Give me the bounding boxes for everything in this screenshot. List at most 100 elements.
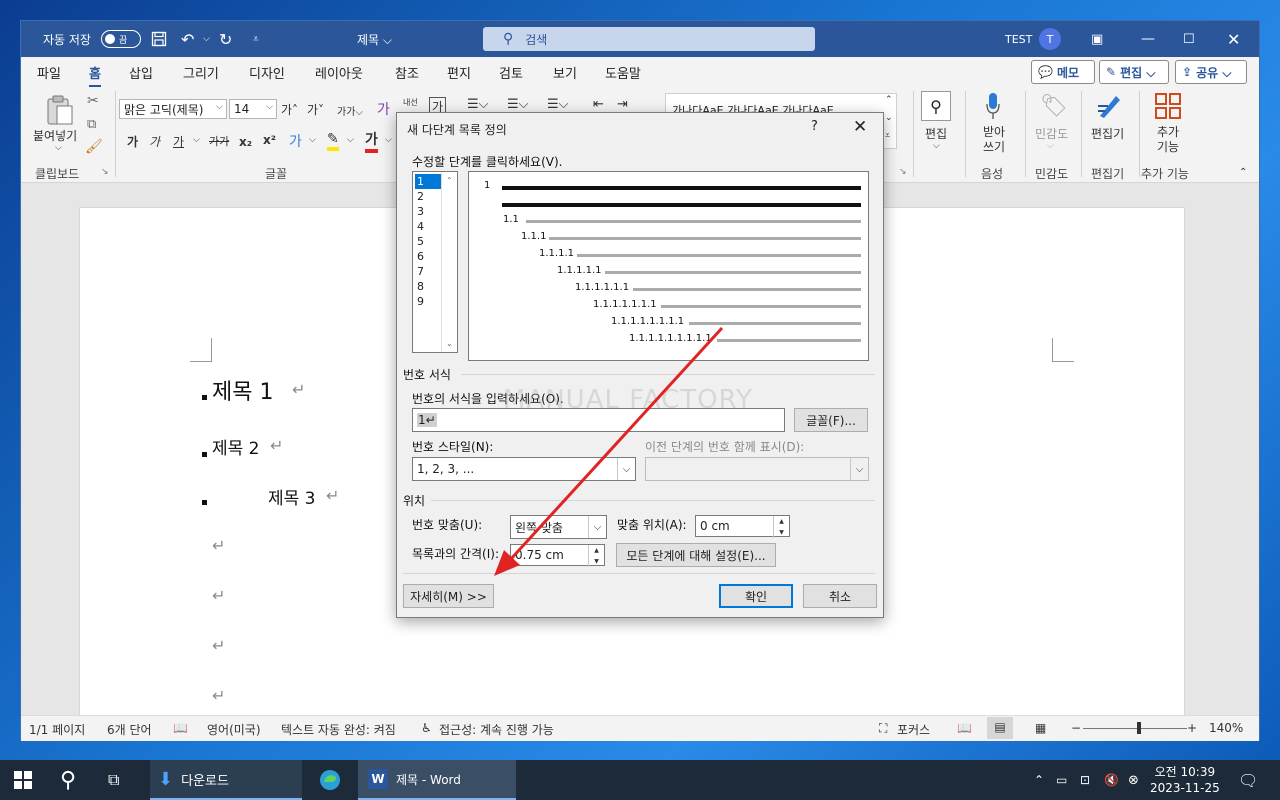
user-name[interactable]: TEST <box>1005 21 1032 57</box>
styles-scroll-up-icon[interactable]: ⌃ <box>885 95 893 105</box>
print-layout-icon[interactable]: ▤ <box>987 717 1013 739</box>
save-icon[interactable] <box>151 21 167 57</box>
level-item[interactable]: 2 <box>415 189 441 204</box>
styles-scroll-down-icon[interactable]: ⌄ <box>885 113 893 123</box>
font-color-icon[interactable]: 가 <box>365 129 378 153</box>
tab-insert[interactable]: 삽입 <box>129 63 153 82</box>
start-button[interactable] <box>14 760 32 800</box>
volume-muted-icon[interactable]: 🔇 <box>1104 760 1119 800</box>
notification-error-icon[interactable]: ⊗ <box>1128 760 1139 800</box>
level-item[interactable]: 5 <box>415 234 441 249</box>
editor-icon[interactable] <box>1095 91 1125 121</box>
editor-label[interactable]: 편집기 <box>1091 125 1124 142</box>
page-count[interactable]: 1/1 페이지 <box>29 721 85 738</box>
decrease-indent-icon[interactable]: ⇤ <box>593 97 604 112</box>
font-color-dropdown-icon[interactable]: ⌵ <box>385 135 392 145</box>
highlight-icon[interactable]: ✎ <box>327 131 339 151</box>
show-hidden-icons-icon[interactable]: ⌃ <box>1034 760 1044 800</box>
level-item[interactable]: 6 <box>415 249 441 264</box>
clear-formatting-icon[interactable]: 가 <box>377 99 390 119</box>
microphone-icon[interactable] <box>981 91 1005 121</box>
alignment-select[interactable]: 왼쪽 맞춤 ⌵ <box>510 515 607 539</box>
battery-icon[interactable]: ▭ <box>1056 760 1067 800</box>
clipboard-launcher-icon[interactable]: ↘ <box>101 167 109 177</box>
ok-button[interactable]: 확인 <box>719 584 793 608</box>
taskbar-item-edge[interactable] <box>318 760 342 800</box>
tab-design[interactable]: 디자인 <box>249 63 285 82</box>
increase-indent-icon[interactable]: ⇥ <box>617 97 628 112</box>
focus-label[interactable]: 포커스 <box>897 721 930 738</box>
memo-button[interactable]: 💬 메모 <box>1031 60 1095 84</box>
maximize-icon[interactable]: ☐ <box>1183 21 1195 57</box>
document-title[interactable]: 제목 ⌵ <box>357 21 392 57</box>
heading-1[interactable]: 제목 1 <box>212 374 273 406</box>
level-item[interactable]: 8 <box>415 279 441 294</box>
number-style-select[interactable]: 1, 2, 3, ... ⌵ <box>412 457 636 481</box>
indent-input[interactable]: 0.75 cm ▲ ▼ <box>510 544 605 567</box>
redo-icon[interactable]: ↻ <box>219 21 232 57</box>
italic-icon[interactable]: 가 <box>149 133 160 150</box>
task-view-icon[interactable]: ⧉ <box>108 760 119 800</box>
level-list[interactable]: 1 2 3 4 5 6 7 8 9 ⌃ ⌄ <box>412 171 458 353</box>
accessibility-status[interactable]: 접근성: 계속 진행 가능 <box>439 721 554 738</box>
underline-icon[interactable]: 가 <box>173 133 184 150</box>
addins-label[interactable]: 추가 기능 <box>1151 125 1185 155</box>
customize-qat-icon[interactable]: ⩡ <box>253 21 259 57</box>
phonetic-guide-icon[interactable]: 내선 <box>403 97 418 108</box>
copy-icon[interactable]: ⧉ <box>87 117 96 132</box>
taskbar-item-word[interactable]: W 제목 - Word <box>358 760 516 800</box>
spin-up-icon[interactable]: ▲ <box>779 518 784 525</box>
styles-more-icon[interactable]: ⩡ <box>885 131 890 141</box>
level-list-scrollbar[interactable]: ⌃ ⌄ <box>441 172 457 352</box>
search-input[interactable]: ⚲ 검색 <box>483 27 815 51</box>
more-button[interactable]: 자세히(M) >> <box>403 584 494 608</box>
tab-help[interactable]: 도움말 <box>605 63 641 82</box>
zoom-slider[interactable] <box>1083 728 1187 729</box>
underline-dropdown-icon[interactable]: ⌵ <box>193 135 200 145</box>
tab-mailings[interactable]: 편지 <box>447 63 471 82</box>
tab-references[interactable]: 참조 <box>395 63 419 82</box>
font-button[interactable]: 글꼴(F)... <box>794 408 868 432</box>
zoom-slider-thumb[interactable] <box>1137 722 1141 734</box>
level-item[interactable]: 4 <box>415 219 441 234</box>
align-at-input[interactable]: 0 cm ▲ ▼ <box>695 515 790 538</box>
tab-file[interactable]: 파일 <box>37 63 61 82</box>
dialog-close-icon[interactable]: ✕ <box>853 117 867 137</box>
word-count[interactable]: 6개 단어 <box>107 721 152 738</box>
heading-2[interactable]: 제목 2 <box>212 434 260 459</box>
subscript-icon[interactable]: x₂ <box>239 135 252 149</box>
web-layout-icon[interactable]: ▦ <box>1035 721 1046 735</box>
focus-icon[interactable]: ⛶ <box>879 721 887 736</box>
share-button[interactable]: ⇪ 공유 ⌵ <box>1175 60 1247 84</box>
spinner[interactable]: ▲ ▼ <box>773 516 789 538</box>
find-icon[interactable]: ⚲ <box>921 91 951 121</box>
font-name-combo[interactable]: 맑은 고딕(제목) ⌵ <box>119 99 227 119</box>
spinner[interactable]: ▲ ▼ <box>588 545 604 567</box>
collapse-ribbon-icon[interactable]: ⌃ <box>1239 167 1247 178</box>
set-all-levels-button[interactable]: 모든 단계에 대해 설정(E)... <box>616 543 776 567</box>
spin-down-icon[interactable]: ▼ <box>779 529 784 536</box>
undo-dropdown-icon[interactable]: ⌵ <box>203 21 210 57</box>
level-item[interactable]: 7 <box>415 264 441 279</box>
edit-mode-button[interactable]: ✎ 편집 ⌵ <box>1099 60 1169 84</box>
accessibility-icon[interactable]: ♿ <box>421 721 432 735</box>
styles-launcher-icon[interactable]: ↘ <box>899 167 907 177</box>
language-status[interactable]: 영어(미국) <box>207 721 261 738</box>
change-case-icon[interactable]: 가가⌵ <box>337 103 363 118</box>
proofing-icon[interactable]: 📖 <box>173 721 188 735</box>
taskbar-item-downloads[interactable]: ⬇ 다운로드 <box>150 760 302 800</box>
close-icon[interactable]: ✕ <box>1227 21 1240 57</box>
zoom-in-icon[interactable]: + <box>1187 721 1197 735</box>
editing-dropdown-icon[interactable]: ⌵ <box>933 141 940 151</box>
level-item[interactable]: 9 <box>415 294 441 309</box>
cut-icon[interactable]: ✂ <box>87 93 99 109</box>
superscript-icon[interactable]: x² <box>263 133 276 147</box>
numbering-icon[interactable]: ☰⌵ <box>507 97 529 112</box>
minimize-icon[interactable]: — <box>1141 21 1155 57</box>
zoom-out-icon[interactable]: − <box>1071 721 1081 735</box>
tab-draw[interactable]: 그리기 <box>183 63 219 82</box>
shrink-font-icon[interactable]: 가˅ <box>307 101 324 118</box>
tab-view[interactable]: 보기 <box>553 63 577 82</box>
bullets-icon[interactable]: ☰⌵ <box>467 97 489 112</box>
ribbon-display-options-icon[interactable]: ▣ <box>1091 21 1103 57</box>
